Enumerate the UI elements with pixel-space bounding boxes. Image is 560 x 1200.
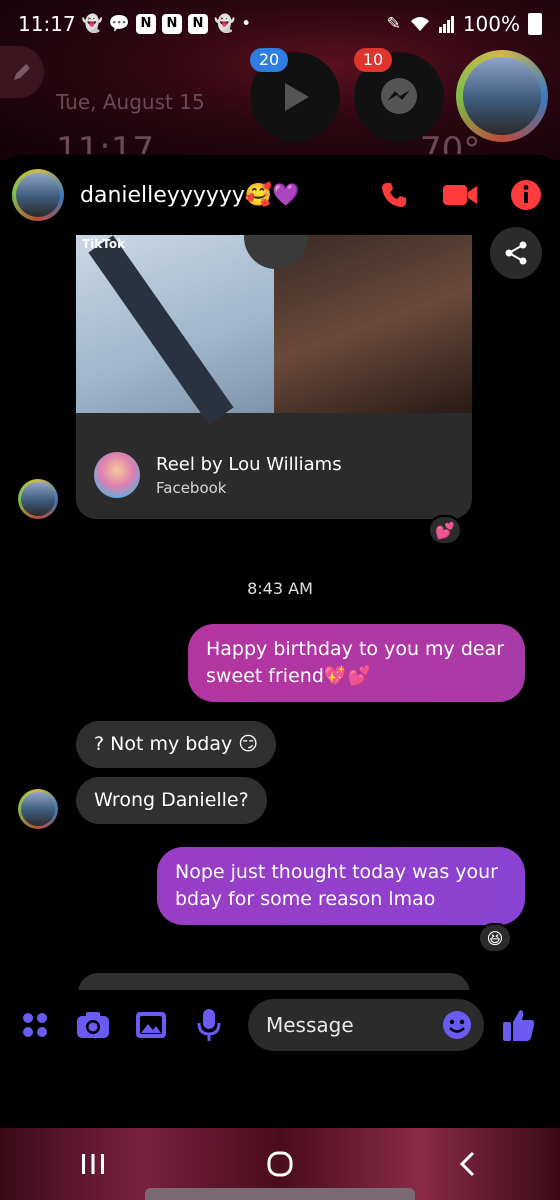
message-input[interactable]: Message xyxy=(248,999,484,1051)
video-call-button[interactable] xyxy=(438,173,482,217)
phone-icon xyxy=(382,183,406,207)
tiktok-watermark: TikTok xyxy=(82,237,126,251)
chat-icon: 💬 xyxy=(108,13,130,34)
dot-icon: • xyxy=(241,13,252,34)
incoming-message[interactable]: Wrong Danielle? xyxy=(76,777,267,824)
notification-icon: N xyxy=(161,14,182,34)
share-button[interactable] xyxy=(490,227,542,279)
camera-icon xyxy=(77,1012,109,1038)
reel-preview[interactable]: TikTok xyxy=(76,235,472,425)
lockscreen-time: 11:17 xyxy=(56,130,154,154)
chat-head-messenger[interactable]: 10 xyxy=(354,48,444,142)
grid-dots-icon xyxy=(23,1013,47,1037)
message-reaction[interactable]: 😆 xyxy=(478,923,512,953)
contact-name[interactable]: danielleyyyyyy🥰💜 xyxy=(80,183,350,208)
reel-text: Reel by Lou Williams Facebook xyxy=(156,454,342,497)
call-button[interactable] xyxy=(372,173,416,217)
chat-header: danielleyyyyyy🥰💜 xyxy=(0,155,560,235)
gallery-button[interactable] xyxy=(132,1006,170,1044)
lockscreen-date: Tue, August 15 xyxy=(56,90,205,114)
play-icon xyxy=(285,83,309,111)
reel-info: Reel by Lou Williams Facebook xyxy=(76,431,472,519)
strap-shape xyxy=(88,235,234,425)
more-actions-button[interactable] xyxy=(16,1006,54,1044)
messenger-icon xyxy=(381,78,417,114)
info-button[interactable] xyxy=(504,173,548,217)
share-icon xyxy=(505,241,527,265)
composer-bar: Message xyxy=(0,990,560,1060)
microphone-icon xyxy=(197,1009,221,1041)
pencil-icon xyxy=(14,64,30,80)
incoming-message[interactable]: ? Not my bday 😏 xyxy=(76,721,277,768)
status-bar: 11:17 👻 💬 N N N 👻 • ✎ 100% xyxy=(0,0,560,48)
home-button[interactable] xyxy=(250,1139,310,1189)
avatar-photo xyxy=(463,57,541,135)
battery-text: 100% xyxy=(462,12,520,36)
wifi-icon xyxy=(410,17,429,31)
notification-icon: N xyxy=(187,14,208,34)
emoji-icon xyxy=(443,1011,471,1039)
back-icon xyxy=(459,1151,474,1177)
back-button[interactable] xyxy=(437,1139,497,1189)
notification-icon: N xyxy=(135,14,156,34)
contact-avatar[interactable] xyxy=(12,169,64,221)
chat-head-avatar[interactable] xyxy=(456,50,548,142)
chat-head-badge: 20 xyxy=(250,48,288,72)
image-icon xyxy=(136,1012,166,1038)
reel-thumbnail-left: TikTok xyxy=(76,235,274,425)
status-right: ✎ 100% xyxy=(387,12,542,36)
sender-avatar[interactable] xyxy=(18,789,58,829)
thumbs-up-icon xyxy=(503,1010,535,1041)
lockscreen-temperature: 70° xyxy=(420,130,481,154)
pen-icon: ✎ xyxy=(386,13,401,34)
emoji-button[interactable] xyxy=(442,1010,472,1040)
shared-reel-card[interactable]: TikTok Reel by Lou Williams Facebook xyxy=(76,235,472,519)
reel-title: Reel by Lou Williams xyxy=(156,453,342,475)
message-input-placeholder: Message xyxy=(266,1013,354,1037)
message-reaction[interactable]: 💕 xyxy=(428,515,462,545)
battery-icon xyxy=(528,13,542,35)
reel-thumbnail-right xyxy=(274,235,472,413)
status-time: 11:17 xyxy=(18,12,76,36)
snapchat-icon: 👻 xyxy=(81,13,103,34)
video-camera-icon xyxy=(443,185,477,205)
gesture-hint xyxy=(145,1188,415,1200)
chat-window: danielleyyyyyy🥰💜 TikTok Reel by Lou Will… xyxy=(0,155,560,1000)
chat-head-badge: 10 xyxy=(354,48,392,72)
avatar-photo xyxy=(16,173,60,217)
voice-button[interactable] xyxy=(190,1006,228,1044)
signal-icon xyxy=(438,16,454,33)
reel-source: Facebook xyxy=(156,478,227,497)
outgoing-message[interactable]: Happy birthday to you my dear sweet frie… xyxy=(188,624,525,702)
avatar-photo xyxy=(21,792,55,826)
outgoing-message[interactable]: Nope just thought today was your bday fo… xyxy=(157,847,525,925)
snapchat-icon: 👻 xyxy=(213,13,236,34)
recents-button[interactable] xyxy=(63,1139,123,1189)
home-icon xyxy=(267,1151,293,1177)
like-button[interactable] xyxy=(500,1006,538,1044)
chat-head-video[interactable]: 20 xyxy=(250,48,340,142)
avatar-photo xyxy=(21,482,55,516)
reel-author-avatar xyxy=(94,452,140,498)
sender-avatar[interactable] xyxy=(18,479,58,519)
camera-button[interactable] xyxy=(74,1006,112,1044)
status-left: 11:17 👻 💬 N N N 👻 • xyxy=(18,12,251,36)
info-icon xyxy=(511,180,541,210)
timestamp: 8:43 AM xyxy=(247,579,313,598)
recents-icon xyxy=(82,1154,105,1174)
